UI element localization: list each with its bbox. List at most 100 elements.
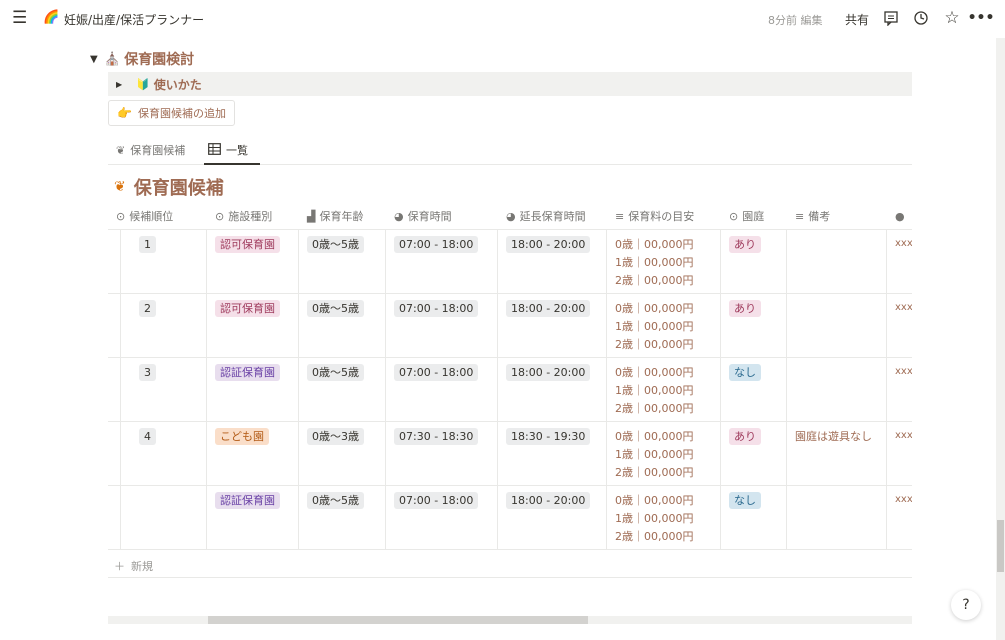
hours-tag: 07:00 - 18:00 bbox=[394, 236, 479, 253]
table-cell[interactable]: 4 bbox=[120, 422, 207, 486]
table-cell[interactable]: あり bbox=[721, 230, 787, 294]
table-cell[interactable]: 0歳｜00,000円 1歳｜00,000円 2歳｜00,000円 bbox=[607, 230, 721, 294]
table-cell[interactable]: 07:30 - 18:30 bbox=[386, 422, 498, 486]
tab-list[interactable]: 一覧 bbox=[208, 142, 248, 158]
table-cell[interactable]: 1 bbox=[120, 230, 207, 294]
caret-down-icon[interactable]: ▼ bbox=[90, 54, 104, 65]
facility-type-tag: 認可保育園 bbox=[215, 300, 280, 317]
column-header[interactable]: ≡ 備考 bbox=[787, 202, 887, 230]
rank-tag: 4 bbox=[139, 428, 156, 445]
table-cell[interactable]: 18:00 - 20:00 bbox=[498, 358, 607, 422]
yard-tag: なし bbox=[729, 492, 761, 509]
toggle-block[interactable]: ▶ 🔰 使いかた bbox=[108, 72, 912, 96]
table-cell[interactable]: 0歳〜5歳 bbox=[299, 358, 386, 422]
fee-line: 0歳｜00,000円 bbox=[615, 494, 694, 507]
bars-icon: ▟ bbox=[307, 209, 316, 223]
rank-tag: 2 bbox=[139, 300, 156, 317]
age-tag: 0歳〜5歳 bbox=[307, 300, 364, 317]
table-cell[interactable]: 園庭は遊具なし bbox=[787, 422, 887, 486]
table-cell[interactable]: xxx bbox=[887, 294, 912, 358]
table-cell[interactable]: あり bbox=[721, 294, 787, 358]
table-cell[interactable]: xxx bbox=[887, 358, 912, 422]
table-row[interactable]: 4 こども園 0歳〜3歳 07:30 - 18:30 18:30 - 19:30 0歳｜0… bbox=[108, 422, 912, 486]
table-cell[interactable] bbox=[787, 486, 887, 550]
column-header[interactable]: ⊙ 園庭 bbox=[721, 202, 787, 230]
table-cell[interactable]: 認可保育園 bbox=[207, 230, 299, 294]
fee-line: 0歳｜00,000円 bbox=[615, 366, 694, 379]
star-icon[interactable]: ☆ bbox=[943, 8, 961, 28]
table-cell[interactable] bbox=[120, 486, 207, 550]
table-cell[interactable]: xxx bbox=[887, 422, 912, 486]
view-tabs: ❦ 保育園候補 一覧 bbox=[108, 138, 912, 165]
tab-nursery-candidates[interactable]: ❦ 保育園候補 bbox=[116, 142, 185, 158]
scrollbar-thumb[interactable] bbox=[208, 616, 588, 624]
new-row-label: 新規 bbox=[131, 559, 153, 573]
yard-tag: あり bbox=[729, 428, 761, 445]
column-header[interactable]: ⊙ 施設種別 bbox=[207, 202, 299, 230]
table-cell[interactable]: xxx bbox=[887, 486, 912, 550]
table-cell[interactable]: なし bbox=[721, 358, 787, 422]
table-cell[interactable]: 0歳〜3歳 bbox=[299, 422, 386, 486]
breadcrumb[interactable]: 妊娠/出産/保活プランナー bbox=[64, 11, 204, 28]
column-header[interactable]: ▟ 保育年齢 bbox=[299, 202, 386, 230]
table-row[interactable]: 3 認証保育園 0歳〜5歳 07:00 - 18:00 18:00 - 20:00 0歳｜… bbox=[108, 358, 912, 422]
table-row[interactable]: 1 認可保育園 0歳〜5歳 07:00 - 18:00 18:00 - 20:00 0歳｜… bbox=[108, 230, 912, 294]
table-row[interactable]: 認証保育園 0歳〜5歳 07:00 - 18:00 18:00 - 20:00 0歳｜0… bbox=[108, 486, 912, 550]
help-button[interactable]: ? bbox=[951, 590, 981, 620]
table-cell[interactable]: 2 bbox=[120, 294, 207, 358]
comment-icon[interactable] bbox=[882, 9, 900, 27]
horizontal-scrollbar[interactable] bbox=[108, 616, 912, 624]
text-icon: ≡ bbox=[615, 209, 625, 223]
caret-right-icon[interactable]: ▶ bbox=[116, 80, 130, 89]
table-cell[interactable]: 07:00 - 18:00 bbox=[386, 486, 498, 550]
extra-text: xxx bbox=[895, 494, 912, 505]
menu-icon[interactable]: ☰ bbox=[12, 9, 30, 27]
table-cell[interactable]: 18:00 - 20:00 bbox=[498, 486, 607, 550]
table-cell[interactable]: 07:00 - 18:00 bbox=[386, 358, 498, 422]
extended-hours-tag: 18:00 - 20:00 bbox=[506, 236, 591, 253]
table-cell[interactable]: 0歳｜00,000円 1歳｜00,000円 2歳｜00,000円 bbox=[607, 486, 721, 550]
table-cell[interactable]: 認可保育園 bbox=[207, 294, 299, 358]
table-cell[interactable]: あり bbox=[721, 422, 787, 486]
table-cell[interactable]: 0歳｜00,000円 1歳｜00,000円 2歳｜00,000円 bbox=[607, 422, 721, 486]
table-cell[interactable]: 0歳〜5歳 bbox=[299, 230, 386, 294]
table-cell[interactable]: 07:00 - 18:00 bbox=[386, 230, 498, 294]
table-cell[interactable]: 18:30 - 19:30 bbox=[498, 422, 607, 486]
add-nursery-button[interactable]: 👉 保育園候補の追加 bbox=[108, 100, 235, 126]
table-cell[interactable]: 07:00 - 18:00 bbox=[386, 294, 498, 358]
table-cell[interactable]: xxx bbox=[887, 230, 912, 294]
table-cell[interactable]: 認証保育園 bbox=[207, 358, 299, 422]
table-cell[interactable] bbox=[787, 294, 887, 358]
column-header[interactable]: ≡ 保育料の目安 bbox=[607, 202, 721, 230]
more-icon[interactable]: ••• bbox=[968, 9, 995, 27]
table-cell[interactable]: 18:00 - 20:00 bbox=[498, 294, 607, 358]
column-header[interactable]: ◕ 保育時間 bbox=[386, 202, 498, 230]
section-toggle[interactable]: ▼ ⛪ 保育園検討 bbox=[90, 48, 194, 70]
history-icon[interactable] bbox=[912, 9, 930, 27]
database-title-text[interactable]: 保育園候補 bbox=[134, 174, 224, 200]
scrollbar-thumb[interactable] bbox=[997, 520, 1004, 572]
yard-tag: なし bbox=[729, 364, 761, 381]
fee-line: 2歳｜00,000円 bbox=[615, 338, 694, 351]
table-cell[interactable]: なし bbox=[721, 486, 787, 550]
vertical-scrollbar[interactable] bbox=[996, 38, 1005, 640]
column-header[interactable]: ● bbox=[887, 202, 912, 230]
table-cell[interactable]: 0歳｜00,000円 1歳｜00,000円 2歳｜00,000円 bbox=[607, 358, 721, 422]
table-cell[interactable] bbox=[787, 358, 887, 422]
table-cell[interactable]: 0歳｜00,000円 1歳｜00,000円 2歳｜00,000円 bbox=[607, 294, 721, 358]
table-row[interactable]: 2 認可保育園 0歳〜5歳 07:00 - 18:00 18:00 - 20:00 0歳｜… bbox=[108, 294, 912, 358]
table-cell[interactable]: 3 bbox=[120, 358, 207, 422]
new-row-button[interactable]: ＋ 新規 bbox=[108, 554, 912, 578]
column-header[interactable]: ◕ 延長保育時間 bbox=[498, 202, 607, 230]
facility-type-tag: 認証保育園 bbox=[215, 492, 280, 509]
age-tag: 0歳〜5歳 bbox=[307, 236, 364, 253]
table-cell[interactable]: 18:00 - 20:00 bbox=[498, 230, 607, 294]
age-tag: 0歳〜5歳 bbox=[307, 492, 364, 509]
table-cell[interactable]: 認証保育園 bbox=[207, 486, 299, 550]
share-button[interactable]: 共有 bbox=[845, 11, 869, 28]
table-cell[interactable]: こども園 bbox=[207, 422, 299, 486]
table-cell[interactable] bbox=[787, 230, 887, 294]
table-cell[interactable]: 0歳〜5歳 bbox=[299, 294, 386, 358]
table-cell[interactable]: 0歳〜5歳 bbox=[299, 486, 386, 550]
column-header[interactable]: ⊙ 候補順位 bbox=[108, 202, 207, 230]
